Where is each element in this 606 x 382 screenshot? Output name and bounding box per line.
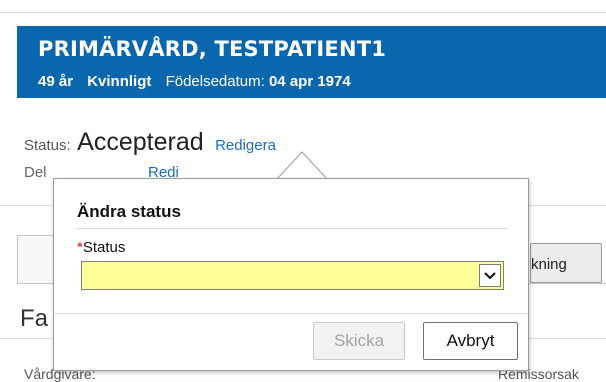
edit-status-link[interactable]: Redigera <box>215 137 276 154</box>
patient-gender: Kvinnligt <box>87 73 152 90</box>
background-tab-button[interactable]: kning <box>530 243 602 283</box>
send-button[interactable]: Skicka <box>313 322 405 360</box>
dialog-divider <box>77 228 508 229</box>
background-tab-button-label: kning <box>531 256 567 273</box>
patient-age: 49 år <box>38 73 74 90</box>
top-rule <box>0 12 606 13</box>
dob-label: Födelsedatum: <box>165 73 265 90</box>
popover-arrow <box>276 151 328 180</box>
change-status-dialog: Ändra status *Status Skicka Avbryt <box>53 178 529 371</box>
dialog-title: Ändra status <box>77 202 181 221</box>
status-value: Accepterad <box>77 128 204 156</box>
status-label: Status: <box>24 137 71 154</box>
chevron-down-icon[interactable] <box>479 264 501 287</box>
secondary-label: Del <box>24 164 47 181</box>
patient-name: PRIMÄRVÅRD, TESTPATIENT1 <box>38 37 387 61</box>
cancel-button[interactable]: Avbryt <box>423 322 518 360</box>
patient-meta: 49 år Kvinnligt Födelsedatum: 04 apr 197… <box>38 73 351 90</box>
status-field-label: *Status <box>77 239 125 256</box>
status-row: Status: Accepterad Redigera <box>24 128 276 157</box>
dob-value: 04 apr 1974 <box>268 73 351 90</box>
status-field-label-text: Status <box>82 239 126 256</box>
status-select[interactable] <box>81 261 504 290</box>
dialog-footer-divider <box>54 313 528 314</box>
patient-banner: PRIMÄRVÅRD, TESTPATIENT1 49 år Kvinnligt… <box>17 26 606 98</box>
background-heading: Fa <box>20 305 49 332</box>
